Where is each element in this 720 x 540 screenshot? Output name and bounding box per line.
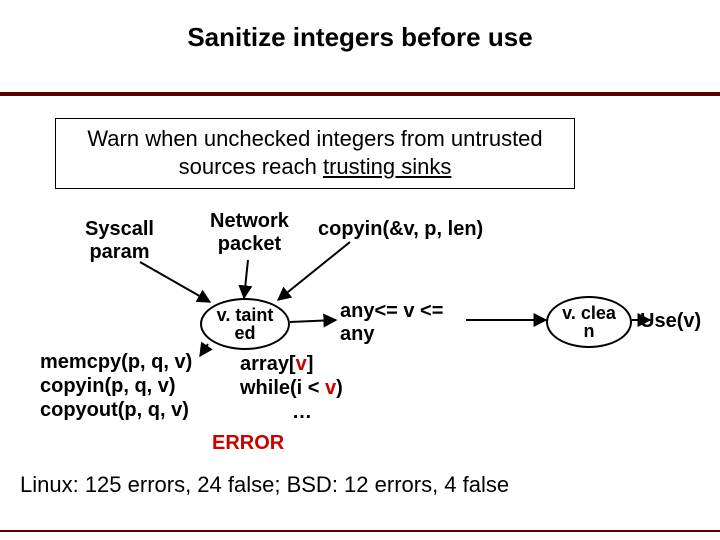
sink-copyin: copyin(p, q, v) [40,374,176,399]
footer-stats: Linux: 125 errors, 24 false; BSD: 12 err… [20,472,509,498]
sink-memcpy: memcpy(p, q, v) [40,350,192,375]
use-while-v: v [325,377,336,399]
sink-copyout: copyout(p, q, v) [40,398,189,423]
diagram-arrows [0,0,720,540]
label-copyin: copyin(&v, p, len) [318,218,483,241]
use-array-a: array[ [240,353,296,375]
warn-line2b: trusting sinks [323,154,451,179]
use-array: array[v] [240,352,313,377]
use-while-a: while(i < [240,377,325,399]
warn-box: Warn when unchecked integers from untrus… [55,118,575,189]
use-while-b: ) [336,377,343,399]
oval-clean: v. clea n [546,296,632,348]
use-v: Use(v) [640,310,701,333]
page-title: Sanitize integers before use [0,0,720,53]
warn-line2a: sources reach [179,154,323,179]
warn-line1: Warn when unchecked integers from untrus… [87,126,542,151]
guard-text: any<= v <= any [340,300,443,346]
use-array-v: v [296,353,307,375]
error-label: ERROR [212,432,284,455]
label-network: Network packet [210,210,289,256]
use-array-b: ] [307,353,314,375]
use-dots: … [292,400,312,425]
label-syscall: Syscall param [85,218,154,264]
use-while: while(i < v) [240,376,343,401]
title-rule [0,92,720,96]
oval-tainted: v. taint ed [200,298,290,350]
footer-rule [0,530,720,532]
